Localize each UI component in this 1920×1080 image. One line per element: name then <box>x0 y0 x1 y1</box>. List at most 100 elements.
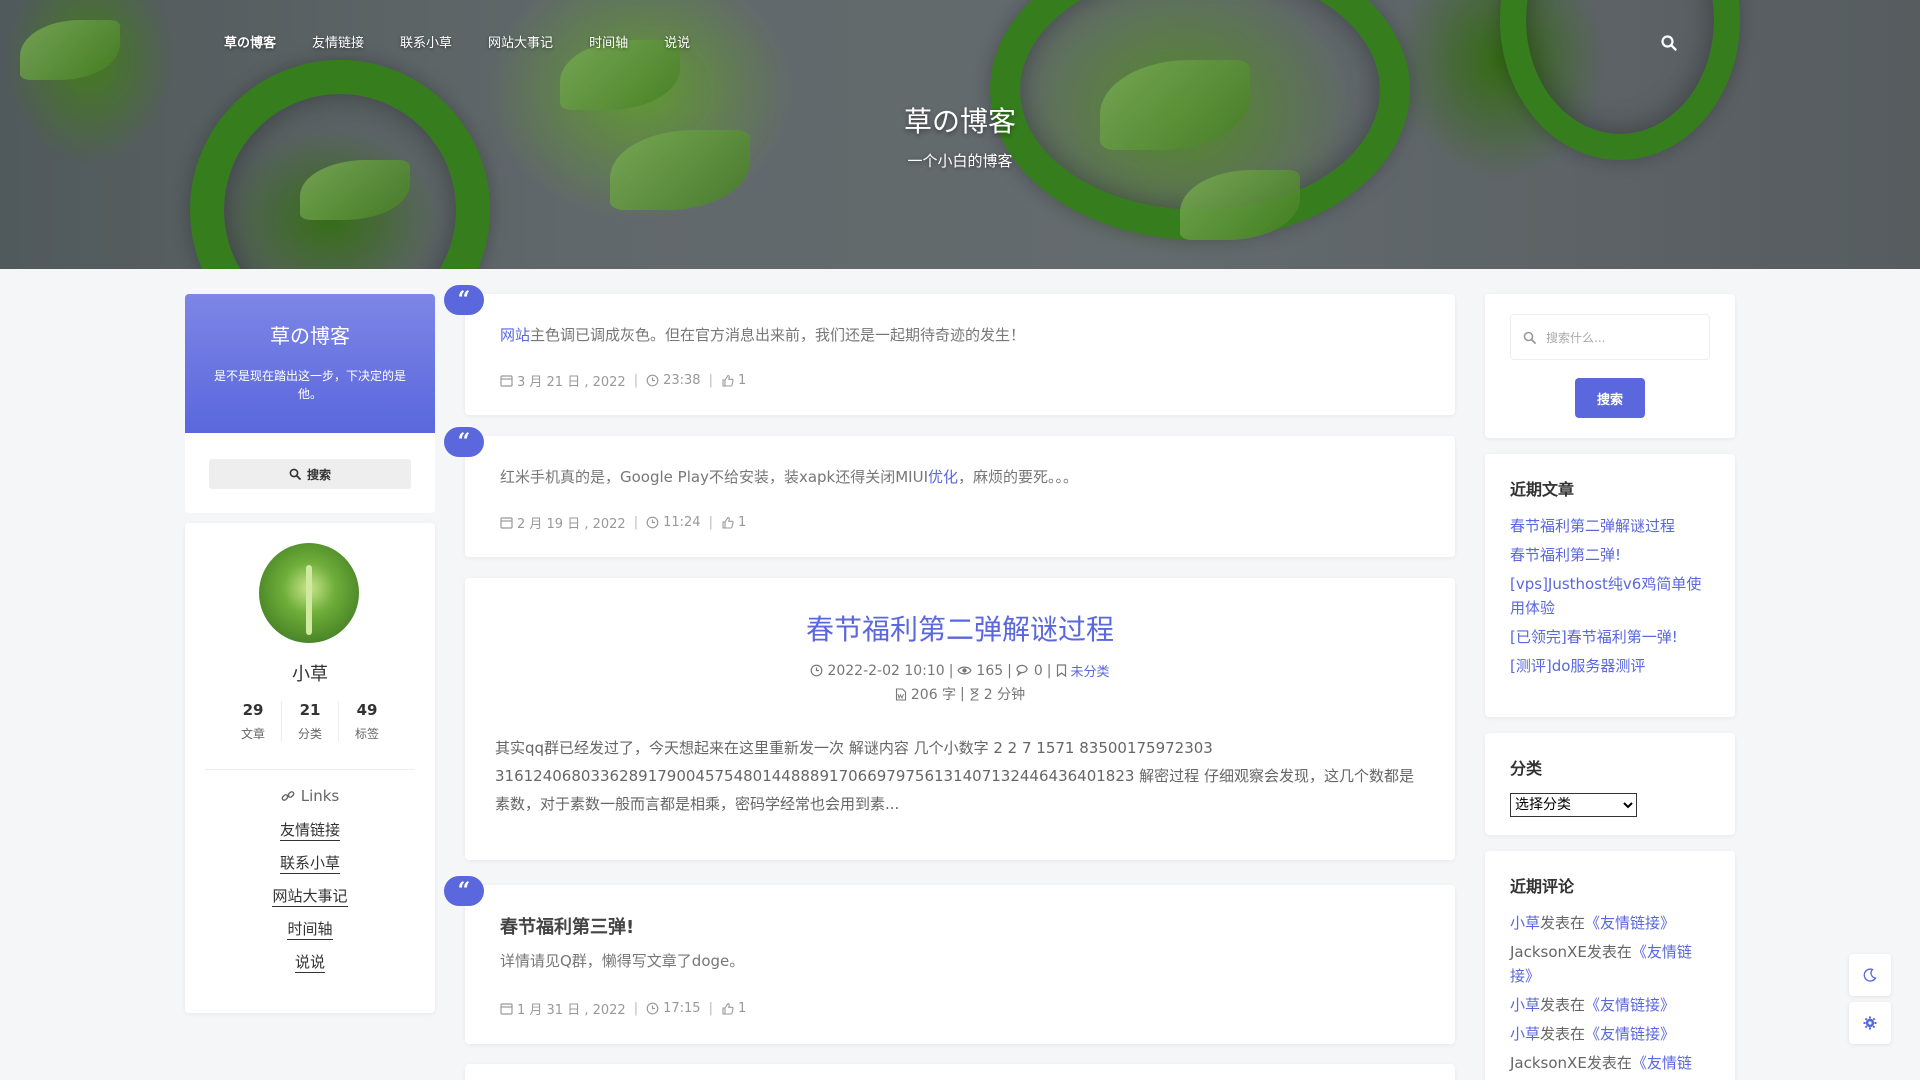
comment-item: JacksonXE发表在《友情链接》 <box>1510 940 1710 988</box>
nav-item-milestones[interactable]: 网站大事记 <box>488 32 553 54</box>
post-time: 17:15 <box>663 1001 701 1016</box>
post-card-status[interactable]: “ 红米手机真的是，Google Play不给安装，装xapk还得关闭MIUI优… <box>444 427 1455 557</box>
site-subtitle: 一个小白的博客 <box>907 152 1013 170</box>
comment-author[interactable]: 小草 <box>1510 996 1540 1014</box>
link-timeline[interactable]: 时间轴 <box>287 919 333 940</box>
post-card-partial[interactable] <box>465 1064 1455 1080</box>
post-word-count: 206 字 <box>910 687 957 703</box>
post-highlight: 网站 <box>500 326 531 344</box>
stat-categories[interactable]: 21 分类 <box>282 701 339 742</box>
post-date: 3 月 21 日 , 2022 <box>517 375 626 390</box>
post-excerpt: 其实qq群已经发过了，今天想起来在这里重新发一次 解谜内容 几个小数字 2 2 … <box>495 739 1414 813</box>
blog-info-title: 草の博客 <box>270 324 350 348</box>
hourglass-icon <box>970 687 979 701</box>
nav-item-friend-links[interactable]: 友情链接 <box>312 32 364 54</box>
post-meta-secondary: 206 字 | 2 分钟 <box>465 684 1455 704</box>
comment-connector: 发表在 <box>1586 1054 1632 1072</box>
thumbs-up-icon[interactable] <box>721 1002 734 1015</box>
link-friend-links[interactable]: 友情链接 <box>279 820 340 841</box>
post-text-part: 红米手机真的是，Google Play不给安装，装xapk还得关闭MIUI <box>500 468 928 486</box>
category-select[interactable]: 选择分类 <box>1510 793 1637 817</box>
comment-author[interactable]: 小草 <box>1510 914 1540 932</box>
post-time: 11:24 <box>663 515 701 530</box>
avatar[interactable] <box>259 543 359 643</box>
post-card-status[interactable]: “ 网站主色调已调成灰色。但在官方消息出来前，我们还是一起期待奇迹的发生！ 3 … <box>444 285 1455 415</box>
links-list: 友情链接 联系小草 网站大事记 时间轴 说说 <box>185 820 435 985</box>
comment-item: JacksonXE发表在《友情链 <box>1510 1051 1710 1075</box>
comment-item: 小草发表在《友情链接》 <box>1510 911 1710 935</box>
sidebar-search-widget: 搜索什么... 搜索 <box>1485 294 1735 438</box>
link-moments[interactable]: 说说 <box>294 952 325 973</box>
post-date: 2 月 19 日 , 2022 <box>517 517 626 532</box>
clock-icon <box>646 516 659 529</box>
comment-connector: 发表在 <box>1540 914 1586 932</box>
recent-posts-heading: 近期文章 <box>1510 480 1575 499</box>
post-likes: 1 <box>737 515 747 530</box>
link-contact[interactable]: 联系小草 <box>279 853 340 874</box>
recent-comments-widget: 近期评论 小草发表在《友情链接》 JacksonXE发表在《友情链接》 小草发表… <box>1485 851 1735 1080</box>
stat-tags[interactable]: 49 标签 <box>339 701 395 742</box>
search-icon <box>1523 331 1536 344</box>
search-icon <box>289 468 301 480</box>
recent-post-link[interactable]: [已领完]春节福利第一弹! <box>1510 625 1710 649</box>
post-likes: 1 <box>737 1001 747 1016</box>
left-search-label: 搜索 <box>306 467 331 482</box>
post-highlight: 优化 <box>928 468 959 486</box>
comment-post-link[interactable]: 《友情链 <box>1632 1054 1692 1072</box>
nav-item-timeline[interactable]: 时间轴 <box>589 32 628 54</box>
stat-label: 文章 <box>240 727 265 741</box>
comment-post-link[interactable]: 《友情链接》 <box>1585 1025 1675 1043</box>
nav-item-home[interactable]: 草の博客 <box>224 32 276 54</box>
settings-button[interactable] <box>1849 1002 1891 1044</box>
comment-author[interactable]: 小草 <box>1510 1025 1540 1043</box>
post-read-time: 2 分钟 <box>983 687 1026 703</box>
categories-widget: 分类 选择分类 <box>1485 733 1735 835</box>
nav-item-contact[interactable]: 联系小草 <box>400 32 452 54</box>
recent-post-link[interactable]: 春节福利第二弹解谜过程 <box>1510 514 1710 538</box>
recent-post-link[interactable]: [vps]Justhost纯v6鸡简单使用体验 <box>1510 572 1710 620</box>
post-title[interactable]: 春节福利第三弹! <box>500 913 634 939</box>
post-text: 网站主色调已调成灰色。但在官方消息出来前，我们还是一起期待奇迹的发生！ <box>500 324 1025 345</box>
nav-item-moments[interactable]: 说说 <box>664 32 690 54</box>
post-text: 详情请见Q群，懒得写文章了doge。 <box>500 952 745 970</box>
post-text: 红米手机真的是，Google Play不给安装，装xapk还得关闭MIUI优化，… <box>500 466 1078 487</box>
left-search-panel: 搜索 <box>185 433 435 513</box>
post-card-article: 春节福利第二弹解谜过程 2022-2-02 10:10 | 165 | 0 | … <box>465 578 1455 860</box>
post-time: 23:38 <box>663 373 701 388</box>
post-text-part: ，麻烦的要死。。。 <box>958 468 1079 486</box>
post-meta: 1 月 31 日 , 2022 | 17:15 | 1 <box>500 999 746 1018</box>
comment-post-link[interactable]: 《友情链接》 <box>1585 996 1675 1014</box>
clock-icon <box>646 1002 659 1015</box>
sidebar-search-input[interactable]: 搜索什么... <box>1510 314 1710 360</box>
comment-item: 小草发表在《友情链接》 <box>1510 1022 1710 1046</box>
recent-post-link[interactable]: 春节福利第二弹! <box>1510 543 1710 567</box>
post-card-status[interactable]: “ 春节福利第三弹! 详情请见Q群，懒得写文章了doge。 1 月 31 日 ,… <box>444 876 1455 1044</box>
dark-mode-toggle[interactable] <box>1849 954 1891 996</box>
comment-connector: 发表在 <box>1540 996 1586 1014</box>
post-views: 165 <box>976 662 1004 679</box>
comment-connector: 发表在 <box>1586 943 1632 961</box>
stat-number: 49 <box>356 701 378 719</box>
post-meta: 3 月 21 日 , 2022 | 23:38 | 1 <box>500 371 746 390</box>
thumbs-up-icon[interactable] <box>721 516 734 529</box>
post-meta: 2022-2-02 10:10 | 165 | 0 | 未分类 <box>465 661 1455 680</box>
top-nav: 草の博客 友情链接 联系小草 网站大事记 时间轴 说说 <box>224 32 726 54</box>
stat-posts[interactable]: 29 文章 <box>225 701 282 742</box>
search-icon[interactable] <box>1660 34 1678 52</box>
thumbs-up-icon[interactable] <box>721 374 734 387</box>
comment-post-link[interactable]: 《友情链接》 <box>1585 914 1675 932</box>
recent-post-link[interactable]: [测评]do服务器测评 <box>1510 654 1710 678</box>
link-milestones[interactable]: 网站大事记 <box>272 886 348 907</box>
post-title[interactable]: 春节福利第二弹解谜过程 <box>465 608 1455 648</box>
sidebar-search-button[interactable]: 搜索 <box>1575 378 1645 418</box>
post-category[interactable]: 未分类 <box>1071 661 1110 680</box>
categories-heading: 分类 <box>1510 759 1543 778</box>
recent-posts-widget: 近期文章 春节福利第二弹解谜过程 春节福利第二弹! [vps]Justhost纯… <box>1485 454 1735 717</box>
comment-item: 小草发表在《友情链接》 <box>1510 993 1710 1017</box>
link-icon <box>281 791 295 801</box>
moon-icon <box>1863 968 1877 982</box>
eye-icon <box>957 666 973 675</box>
left-search-button[interactable]: 搜索 <box>209 459 411 489</box>
stat-number: 21 <box>299 701 321 719</box>
recent-comments-heading: 近期评论 <box>1510 877 1575 896</box>
